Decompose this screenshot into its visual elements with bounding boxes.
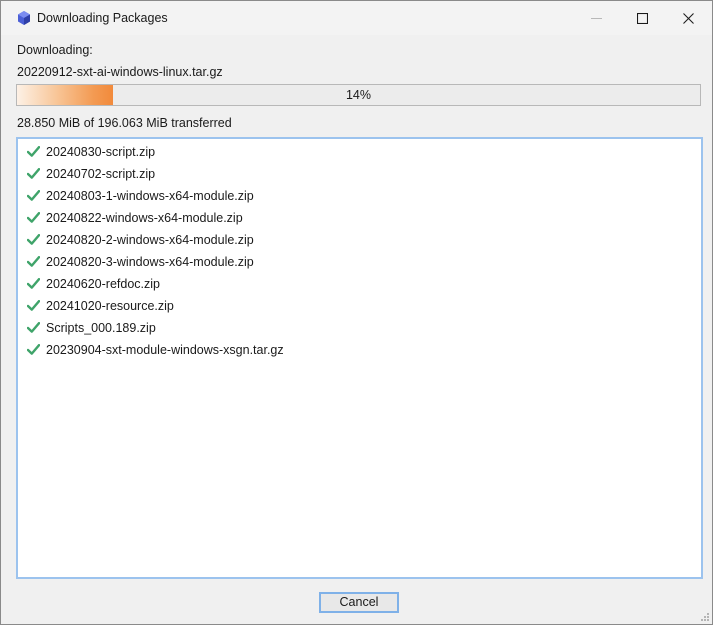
list-item[interactable]: 20240830-script.zip xyxy=(18,141,701,163)
resize-grip-icon[interactable] xyxy=(700,612,710,622)
list-item[interactable]: 20240822-windows-x64-module.zip xyxy=(18,207,701,229)
checkmark-icon xyxy=(27,344,40,355)
list-item[interactable]: Scripts_000.189.zip xyxy=(18,317,701,339)
checkmark-icon xyxy=(27,300,40,311)
list-item[interactable]: 20230904-sxt-module-windows-xsgn.tar.gz xyxy=(18,339,701,361)
transferred-text: 28.850 MiB of 196.063 MiB transferred xyxy=(17,116,232,130)
checkmark-icon xyxy=(27,234,40,245)
close-button[interactable] xyxy=(666,1,712,35)
list-item[interactable]: 20240820-3-windows-x64-module.zip xyxy=(18,251,701,273)
list-item-label: 20240803-1-windows-x64-module.zip xyxy=(46,189,254,203)
app-logo-icon xyxy=(18,11,30,25)
completed-files-list[interactable]: 20240830-script.zip 20240702-script.zip 20… xyxy=(16,137,703,579)
window-title: Downloading Packages xyxy=(37,11,168,25)
checkmark-icon xyxy=(27,190,40,201)
downloading-label: Downloading: xyxy=(17,43,93,57)
list-item[interactable]: 20241020-resource.zip xyxy=(18,295,701,317)
checkmark-icon xyxy=(27,278,40,289)
list-item-label: 20240820-2-windows-x64-module.zip xyxy=(46,233,254,247)
current-file-name: 20220912-sxt-ai-windows-linux.tar.gz xyxy=(17,65,223,79)
download-progress-bar: 14% xyxy=(16,84,701,106)
minimize-icon xyxy=(591,18,602,19)
checkmark-icon xyxy=(27,212,40,223)
list-item-label: Scripts_000.189.zip xyxy=(46,321,156,335)
list-item[interactable]: 20240620-refdoc.zip xyxy=(18,273,701,295)
list-item[interactable]: 20240803-1-windows-x64-module.zip xyxy=(18,185,701,207)
list-item-label: 20230904-sxt-module-windows-xsgn.tar.gz xyxy=(46,343,284,357)
download-dialog: Downloading Packages Downloading: 202209… xyxy=(0,0,713,625)
checkmark-icon xyxy=(27,146,40,157)
checkmark-icon xyxy=(27,322,40,333)
maximize-button[interactable] xyxy=(620,1,666,35)
close-icon xyxy=(683,13,694,24)
progress-percent-text: 14% xyxy=(345,88,372,102)
title-bar[interactable]: Downloading Packages xyxy=(1,1,712,35)
list-item-label: 20240620-refdoc.zip xyxy=(46,277,160,291)
maximize-icon xyxy=(637,13,648,24)
minimize-button[interactable] xyxy=(574,1,620,35)
list-item-label: 20240702-script.zip xyxy=(46,167,156,181)
list-item[interactable]: 20240702-script.zip xyxy=(18,163,701,185)
cancel-button[interactable]: Cancel xyxy=(319,592,399,613)
list-item-label: 20241020-resource.zip xyxy=(46,299,174,313)
list-item-label: 20240820-3-windows-x64-module.zip xyxy=(46,255,254,269)
checkmark-icon xyxy=(27,168,40,179)
list-item-label: 20240822-windows-x64-module.zip xyxy=(46,211,243,225)
list-item-label: 20240830-script.zip xyxy=(46,145,156,159)
checkmark-icon xyxy=(27,256,40,267)
dialog-content: Downloading: 20220912-sxt-ai-windows-lin… xyxy=(1,35,712,624)
list-item[interactable]: 20240820-2-windows-x64-module.zip xyxy=(18,229,701,251)
